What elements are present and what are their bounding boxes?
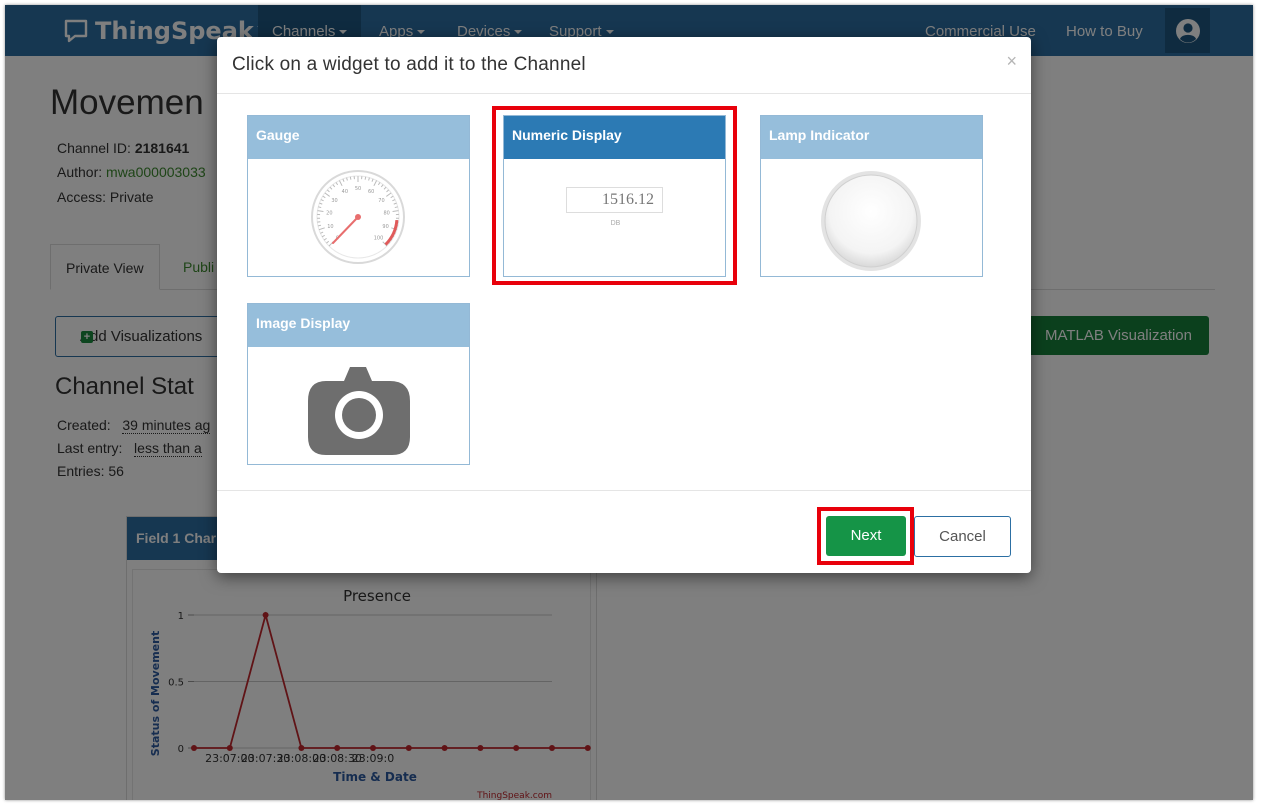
gauge-tick-label: 100 bbox=[374, 236, 384, 242]
camera-icon bbox=[308, 367, 410, 455]
next-button[interactable]: Next bbox=[826, 516, 906, 556]
gauge-tick-label: 80 bbox=[383, 210, 389, 216]
gauge-tick-label: 40 bbox=[342, 189, 348, 195]
gauge-tick bbox=[349, 176, 352, 180]
numeric-preview-unit: DB bbox=[610, 220, 621, 227]
gauge-tick-label: 70 bbox=[378, 198, 384, 204]
gauge-icon: 0102030405060708090100 bbox=[311, 170, 405, 264]
widget-lamp-indicator[interactable]: Lamp Indicator bbox=[760, 115, 983, 277]
modal-footer-divider bbox=[217, 490, 1031, 491]
widget-numeric-display-label: Numeric Display bbox=[504, 116, 725, 159]
cancel-button[interactable]: Cancel bbox=[914, 516, 1011, 557]
gauge-tick bbox=[364, 176, 367, 180]
gauge-tick-label: 50 bbox=[355, 186, 361, 192]
lamp-icon bbox=[821, 171, 921, 271]
browser-page: ThingSpeak™ Channels Apps Devices Suppor… bbox=[5, 5, 1253, 800]
add-widget-modal: Click on a widget to add it to the Chann… bbox=[217, 37, 1031, 573]
numeric-preview-value: 1516.12 bbox=[566, 187, 663, 213]
gauge-tick-label: 60 bbox=[368, 189, 374, 195]
modal-header: Click on a widget to add it to the Chann… bbox=[217, 37, 1031, 94]
gauge-tick-label: 90 bbox=[382, 224, 388, 230]
gauge-tick-label: 30 bbox=[331, 198, 337, 204]
widget-gauge-label: Gauge bbox=[248, 116, 469, 159]
widget-image-display-label: Image Display bbox=[248, 304, 469, 347]
gauge-tick-label: 20 bbox=[326, 210, 332, 216]
widget-image-display[interactable]: Image Display bbox=[247, 303, 470, 465]
gauge-tick-label: 10 bbox=[327, 224, 333, 230]
widget-numeric-display[interactable]: Numeric Display 1516.12 DB bbox=[503, 115, 726, 277]
widget-gauge[interactable]: Gauge 0102030405060708090100 bbox=[247, 115, 470, 277]
modal-title: Click on a widget to add it to the Chann… bbox=[232, 54, 586, 75]
close-icon[interactable]: × bbox=[1006, 51, 1017, 71]
gauge-tick bbox=[317, 224, 322, 227]
widget-lamp-indicator-label: Lamp Indicator bbox=[761, 116, 982, 159]
